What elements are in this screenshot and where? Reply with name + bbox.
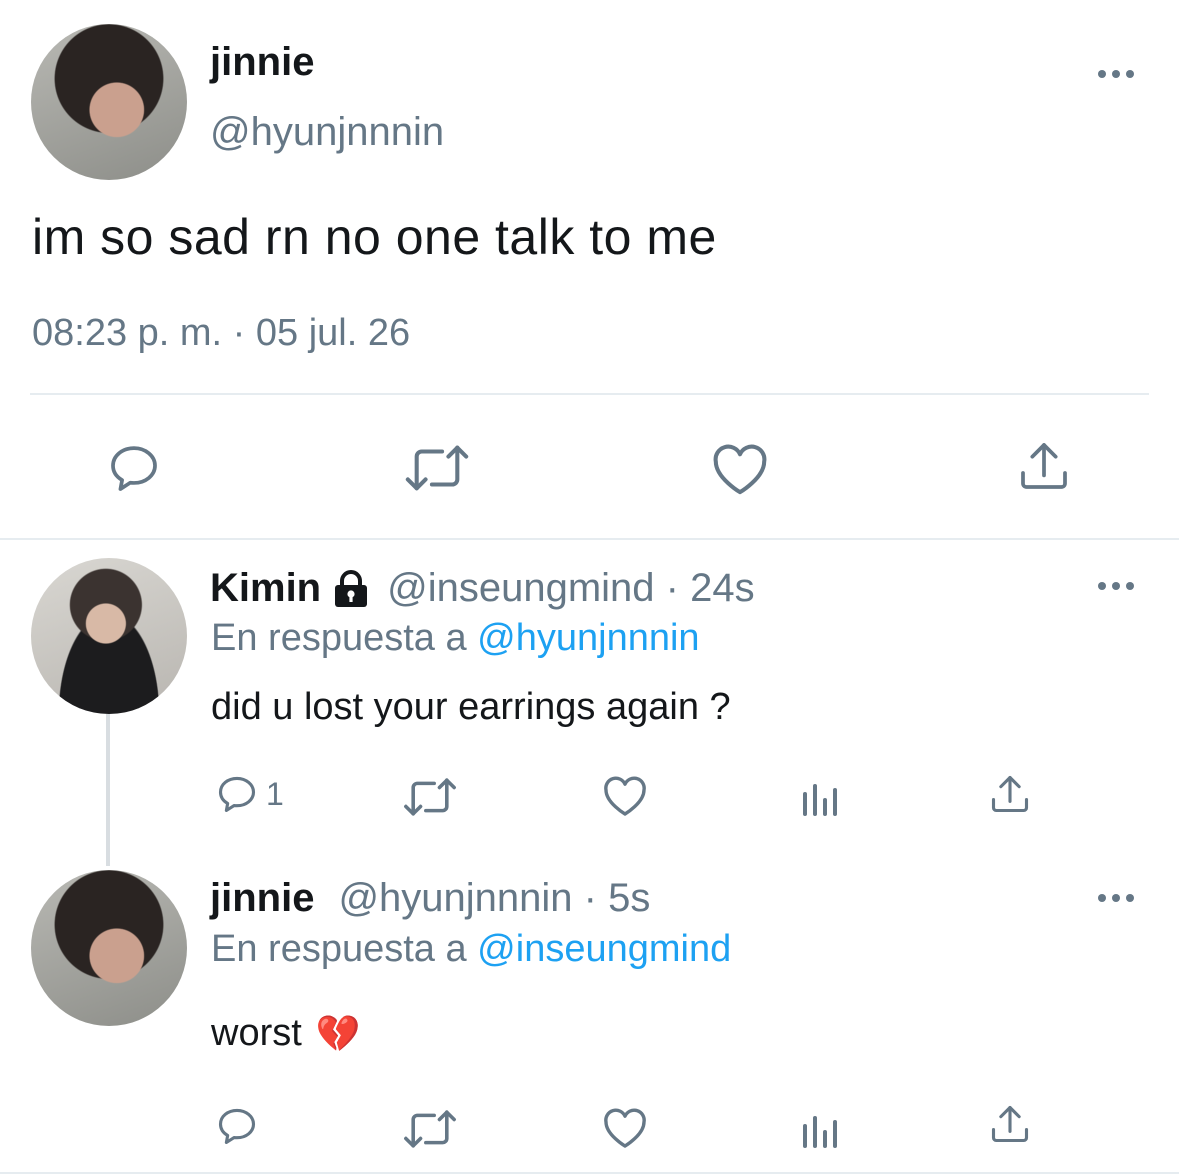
- divider: [0, 538, 1179, 540]
- reply-context: En respuesta a @hyunjnnnin: [211, 617, 700, 660]
- reply-context-label: En respuesta a: [211, 617, 467, 659]
- avatar[interactable]: [31, 558, 187, 714]
- author-name[interactable]: Kimin: [210, 566, 321, 611]
- reply-mention-link[interactable]: @hyunjnnnin: [477, 617, 699, 659]
- divider: [30, 393, 1149, 395]
- avatar[interactable]: [31, 24, 187, 180]
- lock-icon: [333, 569, 369, 608]
- thread-line: [106, 714, 110, 866]
- avatar[interactable]: [31, 870, 187, 1026]
- retweet-icon[interactable]: [402, 776, 458, 818]
- author-name[interactable]: jinnie: [210, 876, 314, 921]
- like-icon[interactable]: [600, 773, 650, 817]
- reply-icon[interactable]: [214, 772, 260, 816]
- share-icon[interactable]: [988, 772, 1032, 816]
- tweet-text: im so sad rn no one talk to me: [32, 209, 717, 265]
- like-icon[interactable]: [600, 1105, 650, 1149]
- reply-context: En respuesta a @inseungmind: [211, 928, 731, 971]
- tweet-text: worst 💔: [211, 1012, 361, 1055]
- reply-icon[interactable]: [104, 440, 164, 496]
- more-options-icon[interactable]: [1098, 580, 1138, 592]
- reply-context-label: En respuesta a: [211, 928, 467, 970]
- analytics-icon[interactable]: [798, 1106, 840, 1150]
- retweet-icon[interactable]: [402, 1108, 458, 1150]
- divider: [0, 1172, 1179, 1174]
- reply-icon[interactable]: [214, 1104, 260, 1148]
- reply-action[interactable]: 1: [214, 772, 284, 816]
- retweet-icon[interactable]: [404, 442, 470, 494]
- tweet-timestamp[interactable]: 08:23 p. m. · 05 jul. 26: [32, 312, 410, 355]
- author-handle[interactable]: @hyunjnnnin: [210, 110, 444, 155]
- broken-heart-emoji: 💔: [315, 1012, 361, 1054]
- analytics-icon[interactable]: [798, 774, 840, 818]
- like-icon[interactable]: [708, 440, 772, 496]
- more-options-icon[interactable]: [1098, 68, 1138, 80]
- share-icon[interactable]: [988, 1102, 1032, 1146]
- author-handle-time[interactable]: @hyunjnnnin · 5s: [338, 876, 650, 921]
- reply-mention-link[interactable]: @inseungmind: [477, 928, 731, 970]
- tweet-text-content: worst: [211, 1012, 302, 1054]
- share-icon[interactable]: [1016, 438, 1072, 494]
- author-name[interactable]: jinnie: [210, 40, 314, 85]
- reply-count: 1: [266, 775, 284, 812]
- tweet-text: did u lost your earrings again ?: [211, 686, 731, 728]
- author-handle-time[interactable]: @inseungmind · 24s: [387, 566, 754, 611]
- more-options-icon[interactable]: [1098, 892, 1138, 904]
